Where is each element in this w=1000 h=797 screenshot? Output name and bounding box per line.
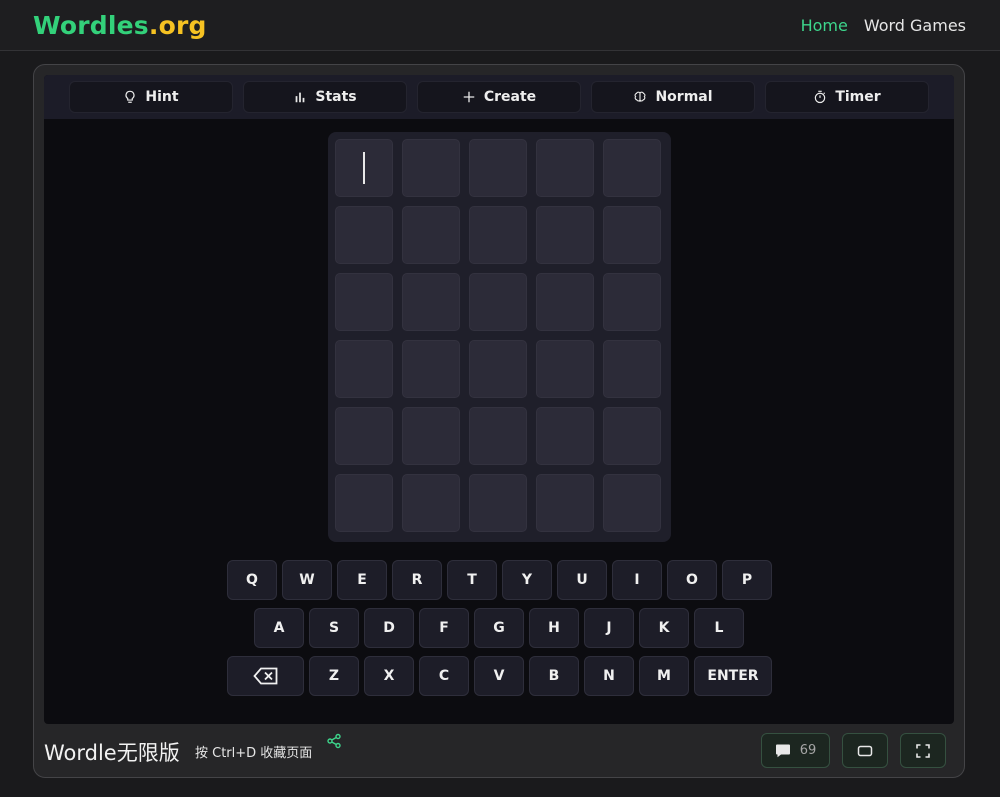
- lightbulb-icon: [125, 90, 135, 103]
- stats-button-label: Stats: [315, 89, 357, 105]
- letter-tile: [469, 139, 527, 197]
- letter-tile: [469, 273, 527, 331]
- backspace-icon: [252, 667, 277, 685]
- comments-button[interactable]: 69: [761, 733, 830, 768]
- enter-key[interactable]: ENTER: [694, 656, 772, 696]
- hint-button[interactable]: Hint: [69, 81, 233, 113]
- top-nav: Wordles.org Home Word Games: [0, 0, 1000, 51]
- hint-button-label: Hint: [145, 89, 179, 105]
- rectangle-icon: [857, 745, 873, 756]
- logo-text-main: Wordles: [33, 10, 149, 40]
- brain-icon: [634, 91, 646, 102]
- letter-tile: [402, 206, 460, 264]
- key-c[interactable]: C: [419, 656, 469, 696]
- key-r[interactable]: R: [392, 560, 442, 600]
- letter-tile: [469, 407, 527, 465]
- create-button[interactable]: Create: [417, 81, 581, 113]
- game-toolbar: Hint Stats Create Normal Timer: [44, 75, 954, 119]
- timer-button-label: Timer: [835, 89, 881, 105]
- bookmark-hint: 按 Ctrl+D 收藏页面: [195, 746, 313, 761]
- key-a[interactable]: A: [254, 608, 304, 648]
- key-f[interactable]: F: [419, 608, 469, 648]
- guess-grid: [328, 132, 671, 542]
- letter-tile: [335, 407, 393, 465]
- letter-tile: [603, 407, 661, 465]
- key-o[interactable]: O: [667, 560, 717, 600]
- nav-word-games-link[interactable]: Word Games: [864, 16, 966, 35]
- letter-tile: [469, 340, 527, 398]
- letter-tile: [402, 474, 460, 532]
- letter-tile: [536, 206, 594, 264]
- logo-text-suffix: .org: [148, 10, 207, 40]
- letter-tile: [536, 407, 594, 465]
- stats-button[interactable]: Stats: [243, 81, 407, 113]
- key-k[interactable]: K: [639, 608, 689, 648]
- fullscreen-icon: [916, 743, 930, 758]
- key-j[interactable]: J: [584, 608, 634, 648]
- bar-chart-icon: [296, 92, 305, 103]
- theater-mode-button[interactable]: [842, 733, 888, 768]
- letter-tile-active: [335, 139, 393, 197]
- game-area: Hint Stats Create Normal Timer QWERTYUIO…: [44, 75, 954, 724]
- letter-tile: [603, 273, 661, 331]
- key-i[interactable]: I: [612, 560, 662, 600]
- site-logo[interactable]: Wordles.org: [33, 11, 207, 40]
- comment-count: 69: [799, 743, 817, 758]
- comment-icon: [775, 744, 790, 758]
- key-q[interactable]: Q: [227, 560, 277, 600]
- key-g[interactable]: G: [474, 608, 524, 648]
- letter-tile: [536, 273, 594, 331]
- game-title: Wordle无限版: [44, 741, 180, 765]
- key-b[interactable]: B: [529, 656, 579, 696]
- key-x[interactable]: X: [364, 656, 414, 696]
- letter-tile: [469, 474, 527, 532]
- mode-button[interactable]: Normal: [591, 81, 755, 113]
- fullscreen-button[interactable]: [900, 733, 946, 768]
- create-button-label: Create: [483, 89, 537, 105]
- timer-button[interactable]: Timer: [765, 81, 929, 113]
- letter-tile: [402, 407, 460, 465]
- nav-home-link[interactable]: Home: [801, 16, 848, 35]
- key-y[interactable]: Y: [502, 560, 552, 600]
- main-nav: Home Word Games: [801, 16, 966, 35]
- letter-tile: [402, 273, 460, 331]
- key-h[interactable]: H: [529, 608, 579, 648]
- stopwatch-icon: [815, 90, 826, 104]
- game-frame: Hint Stats Create Normal Timer QWERTYUIO…: [33, 64, 965, 778]
- key-e[interactable]: E: [337, 560, 387, 600]
- key-d[interactable]: D: [364, 608, 414, 648]
- key-m[interactable]: M: [639, 656, 689, 696]
- key-u[interactable]: U: [557, 560, 607, 600]
- key-v[interactable]: V: [474, 656, 524, 696]
- letter-tile: [603, 474, 661, 532]
- mode-button-label: Normal: [655, 89, 713, 105]
- key-l[interactable]: L: [694, 608, 744, 648]
- key-w[interactable]: W: [282, 560, 332, 600]
- letter-tile: [402, 139, 460, 197]
- key-s[interactable]: S: [309, 608, 359, 648]
- letter-tile: [603, 340, 661, 398]
- letter-tile: [536, 474, 594, 532]
- plus-icon: [463, 91, 475, 103]
- key-z[interactable]: Z: [309, 656, 359, 696]
- key-p[interactable]: P: [722, 560, 772, 600]
- letter-tile: [536, 340, 594, 398]
- letter-tile: [536, 139, 594, 197]
- letter-tile: [335, 273, 393, 331]
- letter-tile: [335, 474, 393, 532]
- share-icon[interactable]: [326, 733, 342, 749]
- letter-tile: [603, 206, 661, 264]
- letter-tile: [402, 340, 460, 398]
- key-n[interactable]: N: [584, 656, 634, 696]
- backspace-key[interactable]: [227, 656, 304, 696]
- letter-tile: [335, 206, 393, 264]
- letter-tile: [469, 206, 527, 264]
- key-t[interactable]: T: [447, 560, 497, 600]
- letter-tile: [603, 139, 661, 197]
- letter-tile: [335, 340, 393, 398]
